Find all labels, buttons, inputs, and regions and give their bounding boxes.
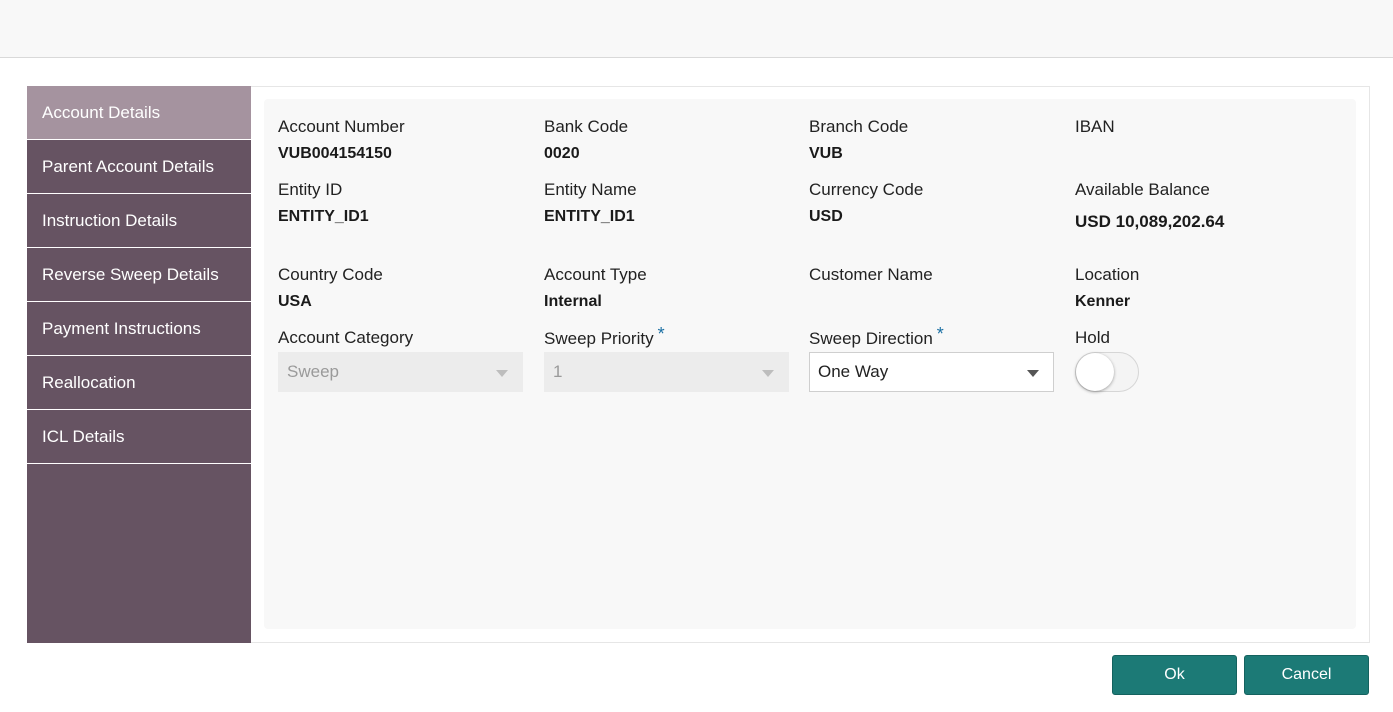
iban-field: IBAN: [1075, 117, 1325, 144]
entity-name-label: Entity Name: [544, 180, 637, 199]
account-details-panel: Account Number VUB004154150 Bank Code 00…: [264, 99, 1356, 629]
currency-code-label: Currency Code: [809, 180, 924, 199]
country-code-field: Country Code USA: [278, 265, 528, 312]
account-type-value: Internal: [544, 293, 602, 310]
sweep-direction-field: Sweep Direction *: [809, 324, 1059, 349]
location-value: Kenner: [1075, 293, 1131, 310]
currency-code-value: USD: [809, 208, 843, 225]
bank-code-value: 0020: [544, 145, 580, 162]
location-label: Location: [1075, 265, 1140, 284]
account-number-value: VUB004154150: [278, 145, 392, 162]
sidebar: Account Details Parent Account Details I…: [27, 86, 251, 643]
account-category-label: Account Category: [278, 328, 414, 347]
sidebar-item-icl-details[interactable]: ICL Details: [27, 410, 251, 464]
bank-code-label: Bank Code: [544, 117, 629, 136]
account-type-field: Account Type Internal: [544, 265, 794, 312]
hold-field: Hold: [1075, 328, 1325, 348]
entity-id-label: Entity ID: [278, 180, 343, 199]
country-code-value: USA: [278, 293, 312, 310]
sweep-direction-label: Sweep Direction: [809, 329, 933, 348]
account-type-label: Account Type: [544, 265, 647, 284]
sweep-direction-select[interactable]: One Way: [809, 352, 1054, 392]
chevron-down-icon: [762, 370, 774, 377]
entity-name-value: ENTITY_ID1: [544, 208, 635, 225]
currency-code-field: Currency Code USD: [809, 180, 1059, 227]
country-code-label: Country Code: [278, 265, 383, 284]
hold-label: Hold: [1075, 328, 1110, 347]
iban-label: IBAN: [1075, 117, 1115, 136]
bank-code-field: Bank Code 0020: [544, 117, 794, 164]
sweep-priority-label-row: Sweep Priority *: [544, 324, 794, 349]
available-balance-label: Available Balance: [1075, 180, 1210, 199]
chevron-down-icon: [496, 370, 508, 377]
sweep-priority-value: 1: [553, 362, 563, 381]
sidebar-item-account-details[interactable]: Account Details: [27, 86, 251, 140]
chevron-down-icon[interactable]: [1027, 370, 1039, 377]
entity-id-value: ENTITY_ID1: [278, 208, 369, 225]
sweep-priority-field: Sweep Priority *: [544, 324, 794, 349]
entity-name-field: Entity Name ENTITY_ID1: [544, 180, 794, 227]
account-category-value: Sweep: [287, 362, 339, 381]
available-balance-value: USD 10,089,202.64: [1075, 212, 1225, 231]
ok-button[interactable]: Ok: [1112, 655, 1237, 695]
account-number-field: Account Number VUB004154150: [278, 117, 528, 164]
available-balance-field: Available Balance USD 10,089,202.64: [1075, 180, 1325, 232]
sweep-direction-label-row: Sweep Direction *: [809, 324, 1059, 349]
sweep-priority-label: Sweep Priority: [544, 329, 654, 348]
branch-code-label: Branch Code: [809, 117, 909, 136]
cancel-button[interactable]: Cancel: [1244, 655, 1369, 695]
customer-name-label: Customer Name: [809, 265, 933, 284]
entity-id-field: Entity ID ENTITY_ID1: [278, 180, 528, 227]
branch-code-value: VUB: [809, 145, 843, 162]
sidebar-item-parent-account-details[interactable]: Parent Account Details: [27, 140, 251, 194]
hold-toggle[interactable]: [1075, 352, 1139, 392]
account-number-label: Account Number: [278, 117, 405, 136]
account-category-select: Sweep: [278, 352, 523, 392]
location-field: Location Kenner: [1075, 265, 1325, 312]
account-category-field: Account Category: [278, 328, 528, 348]
toggle-knob[interactable]: [1076, 353, 1114, 391]
sweep-priority-select: 1: [544, 352, 789, 392]
required-indicator: *: [657, 324, 665, 344]
sidebar-item-instruction-details[interactable]: Instruction Details: [27, 194, 251, 248]
branch-code-field: Branch Code VUB: [809, 117, 1059, 164]
sidebar-item-reverse-sweep-details[interactable]: Reverse Sweep Details: [27, 248, 251, 302]
required-indicator: *: [936, 324, 944, 344]
sidebar-item-payment-instructions[interactable]: Payment Instructions: [27, 302, 251, 356]
top-bar: [0, 0, 1393, 58]
customer-name-field: Customer Name: [809, 265, 1059, 292]
sidebar-item-reallocation[interactable]: Reallocation: [27, 356, 251, 410]
sweep-direction-value: One Way: [818, 362, 889, 381]
